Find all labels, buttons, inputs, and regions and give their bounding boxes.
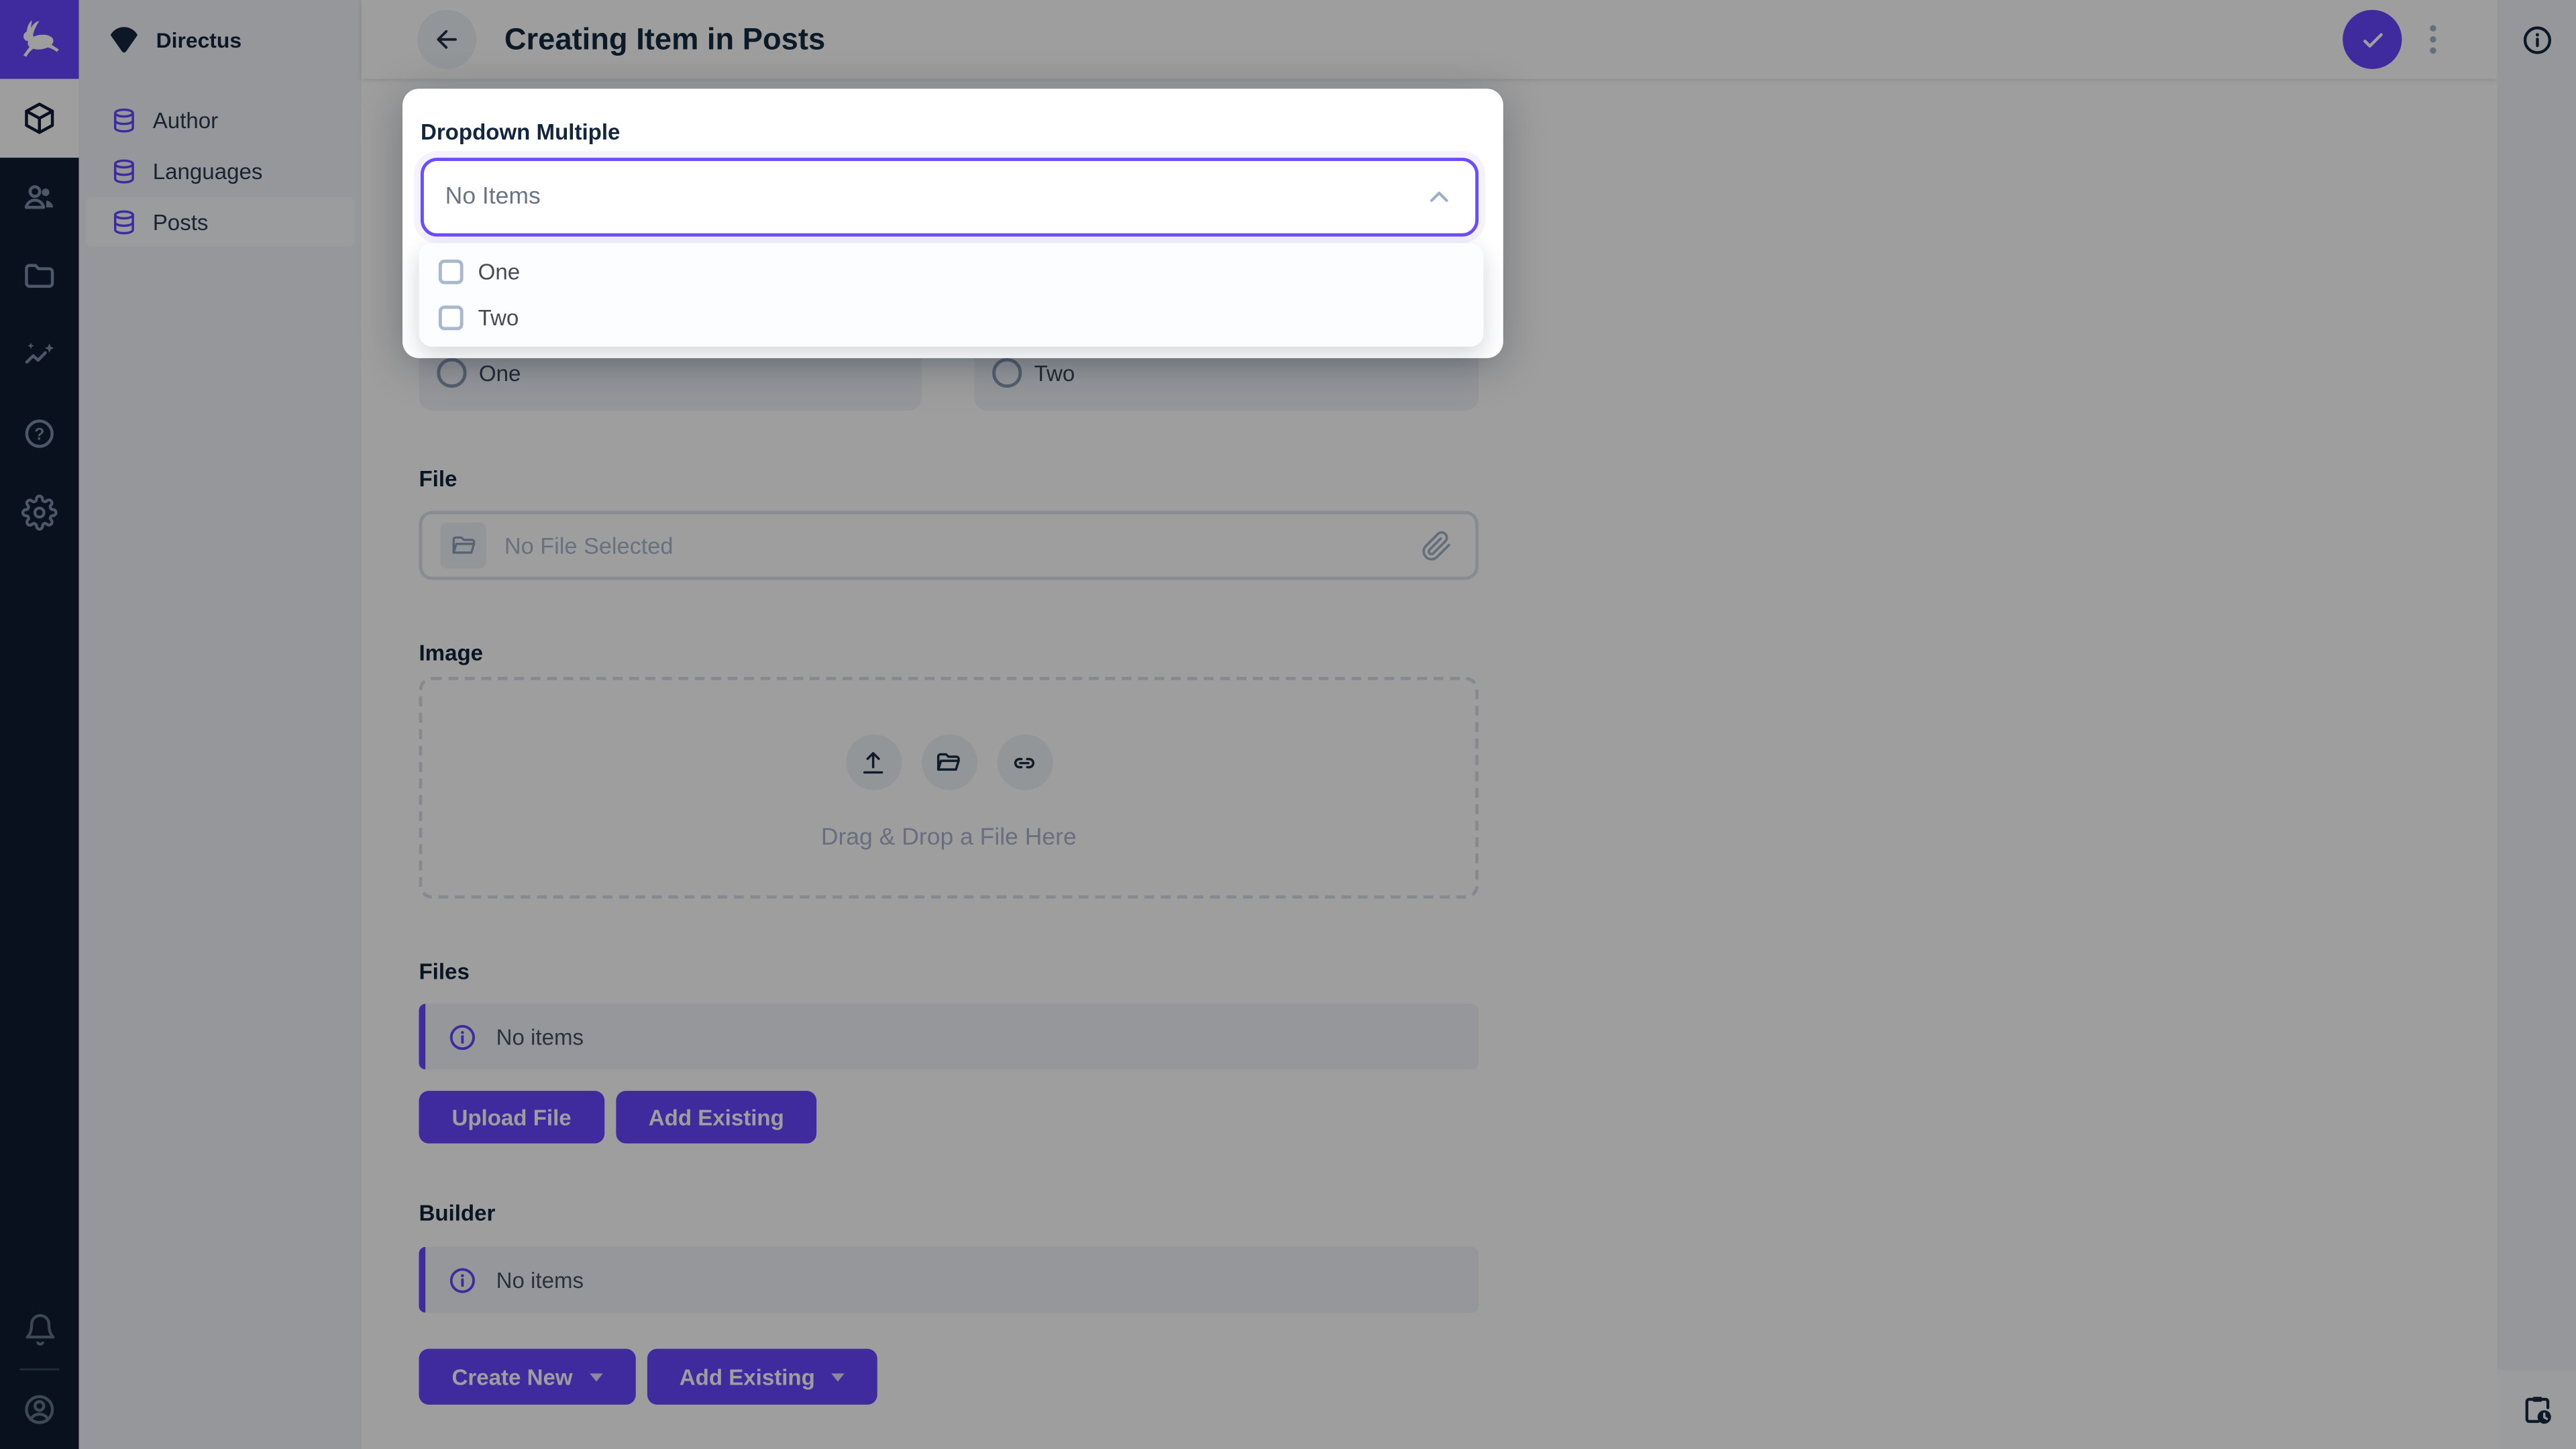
chevron-up-icon (1423, 180, 1456, 213)
option-label: One (478, 260, 521, 285)
dropdown-multiple-label: Dropdown Multiple (420, 119, 621, 145)
option-label: Two (478, 305, 519, 330)
checkbox-icon[interactable] (438, 305, 464, 330)
dropdown-multiple-select[interactable]: No Items (420, 158, 1479, 237)
app-window: ? Directus Author Languages Posts Creati… (0, 0, 2576, 1449)
option-one[interactable]: One (419, 250, 1483, 294)
select-value: No Items (445, 184, 541, 211)
dropdown-multiple-popover: Dropdown Multiple No Items One Two (402, 89, 1503, 358)
dropdown-options-menu: One Two (419, 243, 1484, 347)
checkbox-icon[interactable] (438, 260, 464, 285)
option-two[interactable]: Two (419, 295, 1483, 340)
